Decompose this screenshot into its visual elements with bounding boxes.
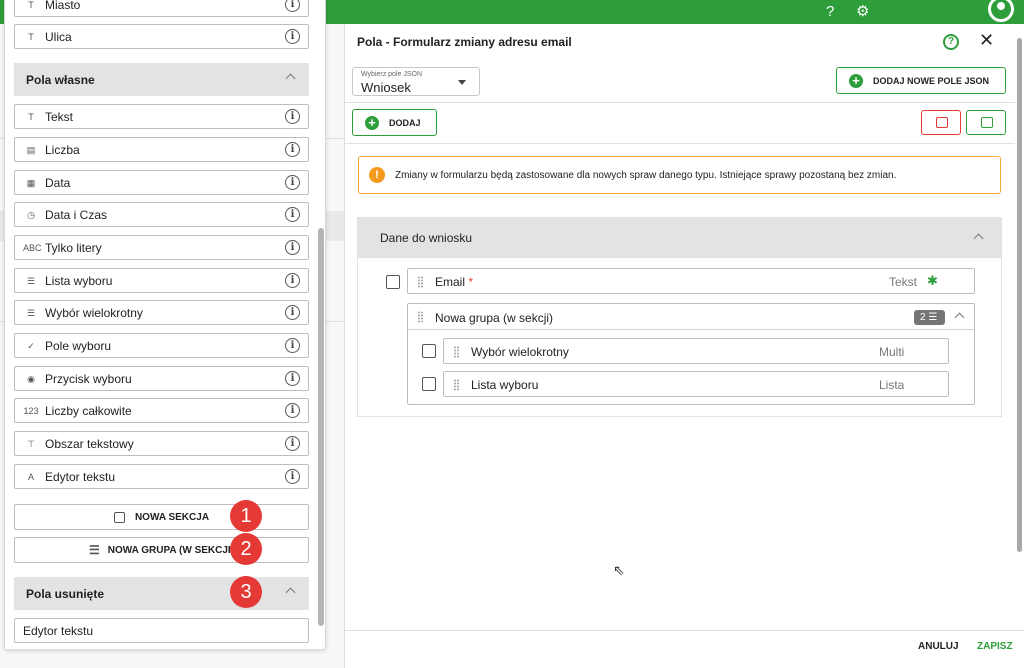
- field-palette-panel: T Miasto i T Ulica i Pola własne T Tekst i…: [4, 0, 326, 650]
- user-avatar-icon[interactable]: [988, 0, 1014, 22]
- gear-icon[interactable]: ⚙: [856, 2, 869, 22]
- add-json-field-button[interactable]: + DODAJ NOWE POLE JSON: [836, 67, 1006, 94]
- choice-list-checkbox[interactable]: [422, 377, 436, 391]
- info-icon[interactable]: i: [285, 175, 300, 190]
- group-header[interactable]: Nowa grupa (w sekcji) 2 ☰: [408, 304, 974, 330]
- cancel-button[interactable]: ANULUJ: [918, 641, 959, 652]
- palette-scrollbar-thumb[interactable]: [318, 228, 324, 626]
- info-icon[interactable]: i: [285, 273, 300, 288]
- group-field-row[interactable]: Wybór wielokrotny Multi: [443, 338, 949, 364]
- palette-item[interactable]: 123 Liczby całkowite i: [14, 398, 309, 423]
- info-icon[interactable]: i: [285, 305, 300, 320]
- palette-item[interactable]: ▦ Data i: [14, 170, 309, 195]
- field-type-icon: ABC: [23, 242, 42, 253]
- import-button[interactable]: [921, 110, 961, 135]
- field-type-icon: ✓: [27, 340, 35, 351]
- info-icon[interactable]: i: [285, 403, 300, 418]
- palette-item-street[interactable]: T Ulica i: [14, 24, 309, 49]
- info-icon[interactable]: i: [285, 207, 300, 222]
- field-type-icon: ☰: [26, 307, 36, 318]
- chevron-up-icon[interactable]: [954, 311, 964, 321]
- removed-fields-section-header[interactable]: Pola usunięte: [14, 577, 309, 610]
- info-icon[interactable]: i: [285, 29, 300, 44]
- info-icon[interactable]: i: [285, 469, 300, 484]
- text-field-icon: T: [28, 31, 34, 42]
- palette-item[interactable]: ABC Tylko litery i: [14, 235, 309, 260]
- drag-handle-icon[interactable]: [454, 379, 460, 391]
- annotation-badge: 3: [230, 576, 262, 608]
- info-icon[interactable]: i: [285, 0, 300, 12]
- dialog-scrollbar[interactable]: [1017, 38, 1022, 552]
- field-type-icon: ◷: [27, 209, 35, 220]
- field-type-icon: ▦: [26, 177, 36, 188]
- export-button[interactable]: [966, 110, 1006, 135]
- palette-item[interactable]: ▤ Liczba i: [14, 137, 309, 162]
- field-type-icon: A: [27, 471, 34, 482]
- palette-item[interactable]: ◷ Data i Czas i: [14, 202, 309, 227]
- info-alert: ! Zmiany w formularzu będą zastosowane d…: [358, 156, 1001, 194]
- email-field-row[interactable]: Email * Tekst ✱: [407, 268, 975, 294]
- field-type-icon: 123: [23, 405, 39, 416]
- close-icon[interactable]: ✕: [979, 30, 994, 51]
- plus-circle-icon: +: [849, 73, 863, 88]
- palette-item[interactable]: ✓ Pole wyboru i: [14, 333, 309, 358]
- chevron-up-icon[interactable]: [285, 72, 295, 82]
- help-icon[interactable]: ?: [943, 34, 959, 50]
- dialog-title: Pola - Formularz zmiany adresu email: [357, 35, 572, 49]
- group-field-row[interactable]: Lista wyboru Lista: [443, 371, 949, 397]
- palette-item[interactable]: ☰ Wybór wielokrotny i: [14, 300, 309, 325]
- drag-handle-icon[interactable]: [454, 346, 460, 358]
- caret-down-icon: [458, 80, 466, 85]
- fields-dialog: Pola - Formularz zmiany adresu email ? ✕…: [344, 24, 1024, 668]
- export-icon: [981, 117, 993, 128]
- field-type-icon: ▤: [26, 144, 36, 155]
- save-button[interactable]: ZAPISZ: [977, 641, 1013, 652]
- info-icon[interactable]: i: [285, 338, 300, 353]
- palette-item[interactable]: A Edytor tekstu i: [14, 464, 309, 489]
- group-count-badge: 2 ☰: [914, 310, 945, 325]
- square-icon: [113, 511, 125, 523]
- info-icon[interactable]: i: [285, 240, 300, 255]
- info-icon[interactable]: i: [285, 371, 300, 386]
- palette-item[interactable]: ⊤ Obszar tekstowy i: [14, 431, 309, 456]
- field-type-icon: T: [28, 111, 34, 122]
- json-field-select[interactable]: Wybierz pole JSON Wniosek: [352, 67, 480, 96]
- annotation-badge: 1: [230, 500, 262, 532]
- plus-circle-icon: +: [365, 115, 379, 130]
- import-icon: [936, 117, 948, 128]
- chevron-up-icon[interactable]: [973, 232, 983, 242]
- new-section-button[interactable]: NOWA SEKCJA: [14, 504, 309, 530]
- section-header[interactable]: Dane do wniosku: [358, 218, 1001, 258]
- info-icon[interactable]: i: [285, 142, 300, 157]
- chevron-up-icon[interactable]: [285, 586, 295, 596]
- add-button[interactable]: + DODAJ: [352, 109, 437, 136]
- palette-item[interactable]: ◉ Przycisk wyboru i: [14, 366, 309, 391]
- text-field-icon: T: [28, 0, 34, 10]
- info-icon[interactable]: i: [285, 109, 300, 124]
- multi-choice-checkbox[interactable]: [422, 344, 436, 358]
- list-icon: ☰: [88, 543, 100, 557]
- mouse-cursor-icon: ⇖: [613, 562, 625, 578]
- email-checkbox[interactable]: [386, 275, 400, 289]
- field-type-icon: ◉: [27, 373, 35, 384]
- help-icon[interactable]: ?: [826, 2, 834, 22]
- warning-icon: !: [369, 167, 385, 183]
- palette-item[interactable]: ☰ Lista wyboru i: [14, 268, 309, 293]
- drag-handle-icon[interactable]: [418, 311, 424, 323]
- info-icon[interactable]: i: [285, 436, 300, 451]
- sparkle-icon: ✱: [927, 273, 938, 288]
- new-group-button[interactable]: ☰ NOWA GRUPA (W SEKCJI): [14, 537, 309, 563]
- drag-handle-icon[interactable]: [418, 276, 424, 288]
- palette-item-city[interactable]: T Miasto i: [14, 0, 309, 17]
- field-type-icon: ⊤: [27, 438, 35, 449]
- custom-fields-section-header[interactable]: Pola własne: [14, 63, 309, 96]
- palette-item[interactable]: T Tekst i: [14, 104, 309, 129]
- field-type-icon: ☰: [26, 275, 36, 286]
- removed-item-rich-text[interactable]: Edytor tekstu: [14, 618, 309, 643]
- annotation-badge: 2: [230, 533, 262, 565]
